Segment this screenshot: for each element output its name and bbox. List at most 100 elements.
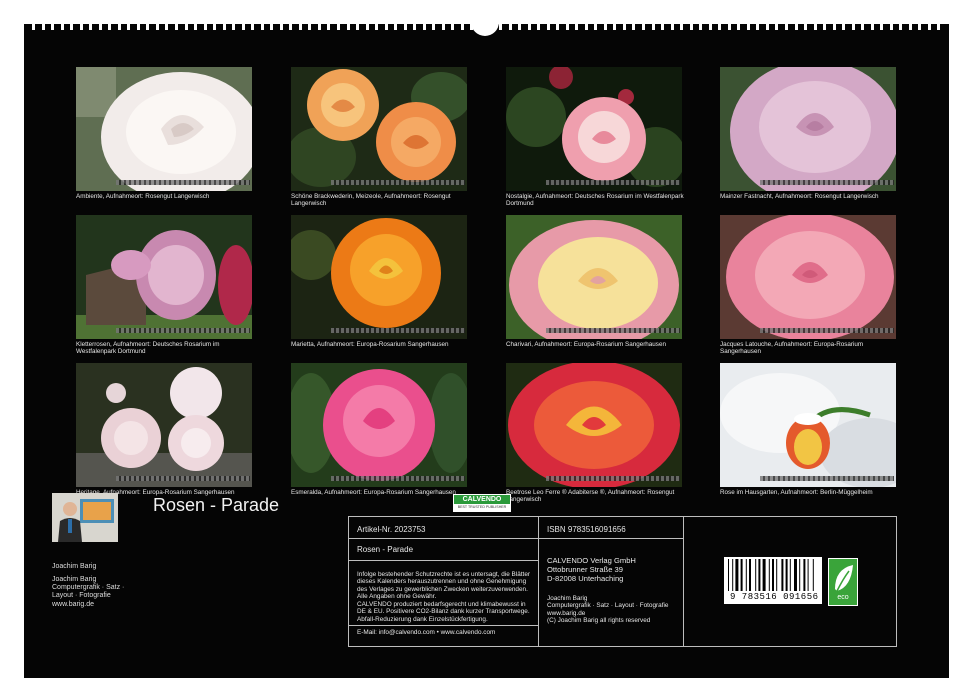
orange-roses-photo bbox=[291, 67, 467, 191]
barcode-bar bbox=[794, 559, 797, 591]
binding-ring bbox=[594, 24, 598, 30]
binding-ring bbox=[842, 24, 846, 30]
photo-caption: Rose im Hausgarten, Aufnahmeort: Berlin-… bbox=[720, 489, 873, 496]
photo-tile bbox=[506, 363, 682, 487]
binding-ring bbox=[308, 24, 312, 30]
photo-tile bbox=[291, 67, 467, 191]
calvendo-badge: CALVENDO BEST TRUSTED PUBLISHER bbox=[453, 494, 511, 512]
author-details: Joachim Barig Computergrafik · Satz · La… bbox=[52, 576, 125, 608]
barcode-bar bbox=[812, 559, 814, 591]
binding-ring bbox=[279, 24, 283, 30]
binding-ring bbox=[603, 24, 607, 30]
binding-ring bbox=[880, 24, 884, 30]
binding-ring bbox=[184, 24, 188, 30]
barcode-bar bbox=[768, 559, 770, 591]
binding-ring bbox=[89, 24, 93, 30]
binding-ring bbox=[165, 24, 169, 30]
photo-tile bbox=[76, 215, 252, 339]
photo-tile bbox=[76, 67, 252, 191]
contact-line: E-Mail: info@calvendo.com • www.calvendo… bbox=[357, 629, 496, 636]
binding-ring bbox=[727, 24, 731, 30]
binding-ring bbox=[813, 24, 817, 30]
binding-ring bbox=[441, 24, 445, 30]
barcode-bar bbox=[807, 559, 809, 591]
binding-ring bbox=[870, 24, 874, 30]
barcode-bar bbox=[732, 559, 734, 591]
photo-caption: Kletterrosen, Aufnahmeort: Deutsches Ros… bbox=[76, 341, 220, 356]
photo-caption: Beetrose Leo Ferre ® Adabiterse ®, Aufna… bbox=[506, 489, 675, 504]
binding-ring bbox=[337, 24, 340, 30]
binding-ring bbox=[70, 24, 74, 30]
photo-tile bbox=[291, 363, 467, 487]
binding-ring bbox=[270, 24, 274, 30]
photo-tile bbox=[506, 67, 682, 191]
binding-ring bbox=[451, 24, 455, 30]
binding-ring bbox=[432, 24, 436, 30]
divider bbox=[348, 560, 538, 561]
barcode-bar bbox=[745, 559, 747, 591]
binding-ring bbox=[908, 24, 912, 30]
photo-caption: Ambiente, Aufnahmeort: Rosengut Langerwi… bbox=[76, 193, 210, 200]
binding-ring bbox=[346, 24, 350, 30]
binding-ring bbox=[899, 24, 903, 30]
binding-ring bbox=[927, 24, 931, 30]
article-number: Artikel-Nr. 2023753 bbox=[357, 525, 426, 534]
binding-ring bbox=[155, 24, 159, 30]
binding-ring bbox=[127, 24, 131, 30]
binding-ring bbox=[718, 24, 722, 30]
binding-ring bbox=[689, 24, 693, 30]
photo-tile bbox=[720, 363, 896, 487]
production-notice: CALVENDO produziert bedarfsgerecht und k… bbox=[357, 601, 530, 623]
photo-tile bbox=[76, 363, 252, 487]
binding-ring bbox=[575, 24, 579, 30]
binding-ring bbox=[117, 24, 121, 30]
publisher-address: CALVENDO Verlag GmbH Ottobrunner Straße … bbox=[547, 556, 636, 583]
binding-ring bbox=[784, 24, 788, 30]
photo-tile bbox=[291, 215, 467, 339]
photo-tile bbox=[720, 67, 896, 191]
binding-ring bbox=[327, 24, 331, 30]
eco-label: eco bbox=[828, 558, 858, 606]
binding-ring bbox=[98, 24, 102, 30]
photo-caption: Mainzer Fastnacht, Aufnahmeort: Rosengut… bbox=[720, 193, 879, 200]
barcode-bar bbox=[789, 559, 791, 591]
binding-ring bbox=[584, 24, 588, 30]
binding-ring bbox=[403, 24, 407, 30]
product-title: Rosen - Parade bbox=[357, 545, 414, 554]
binding-ring bbox=[622, 24, 626, 30]
binding-ring bbox=[222, 24, 226, 30]
orange-rose-photo bbox=[291, 215, 467, 339]
binding-ring bbox=[356, 24, 360, 30]
isbn: ISBN 9783516091656 bbox=[547, 525, 626, 534]
barcode-bar bbox=[758, 559, 761, 591]
binding-ring bbox=[708, 24, 712, 30]
binding-ring bbox=[546, 24, 550, 30]
binding-ring bbox=[918, 24, 922, 30]
pale-roses-photo bbox=[76, 363, 252, 487]
binding-ring bbox=[375, 24, 379, 30]
binding-ring bbox=[861, 24, 865, 30]
photo-caption: Jacques Latouche, Aufnahmeort: Europa-Ro… bbox=[720, 341, 864, 356]
photo-caption: Schöne Brackwederin, Meizeole, Aufnahmeo… bbox=[291, 193, 451, 208]
binding-ring bbox=[251, 24, 255, 30]
binding-ring bbox=[136, 24, 140, 30]
binding-ring bbox=[613, 24, 617, 30]
author-name: Joachim Barig bbox=[52, 563, 97, 570]
binding-ring bbox=[632, 24, 636, 30]
barcode-number: 9 783516 091656 bbox=[730, 592, 819, 602]
divider bbox=[348, 625, 538, 626]
binding-ring bbox=[174, 24, 178, 30]
barcode-bar bbox=[740, 559, 743, 591]
binding-ring bbox=[518, 24, 522, 30]
binding-ring bbox=[79, 24, 83, 30]
calendar-title: Rosen - Parade bbox=[153, 495, 280, 515]
binding-ring bbox=[537, 24, 541, 30]
copyright-notice: Infolge bestehender Schutzrechte ist es … bbox=[357, 571, 531, 601]
binding-ring bbox=[422, 24, 426, 30]
photo-caption: Nostalgie, Aufnahmeort: Deutsches Rosari… bbox=[506, 193, 684, 208]
binding-ring bbox=[394, 24, 398, 30]
binding-ring bbox=[384, 24, 388, 30]
binding-ring bbox=[194, 24, 198, 30]
binding-ring bbox=[556, 24, 560, 30]
binding-ring bbox=[289, 24, 293, 30]
